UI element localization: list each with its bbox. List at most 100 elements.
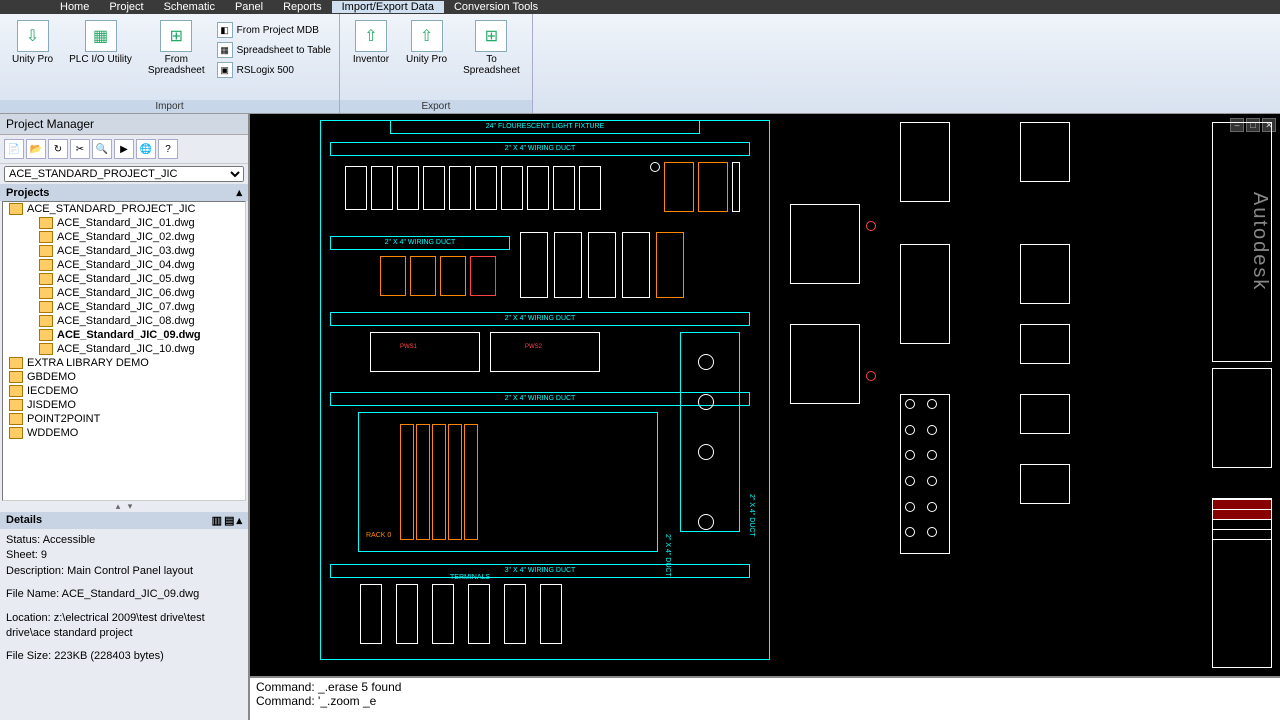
details-view1-icon[interactable]: ▥ — [212, 514, 222, 527]
group-label: Import — [0, 100, 339, 113]
tab-schematic[interactable]: Schematic — [154, 1, 225, 13]
to-spreadsheet-button[interactable]: ⊞ To Spreadsheet — [455, 18, 528, 78]
dwg-icon — [39, 287, 53, 299]
ps-box-2 — [490, 332, 600, 372]
details-header[interactable]: Details▥▤▴ — [0, 512, 248, 529]
from-project-mdb-button[interactable]: ◧From Project MDB — [217, 22, 331, 38]
unity-pro-icon: ⇩ — [17, 20, 49, 52]
folder-icon — [9, 399, 23, 411]
folder-icon — [9, 427, 23, 439]
tree-file[interactable]: ACE_Standard_JIC_04.dwg — [3, 258, 245, 272]
wiring-duct-1: 2" X 4" WIRING DUCT — [330, 142, 750, 156]
details-pane: Status: Accessible Sheet: 9 Description:… — [0, 529, 248, 720]
cmd-line-2: Command: '_.zoom _e — [256, 694, 1274, 708]
collapse-icon: ▴ — [236, 514, 242, 527]
dwg-icon — [39, 315, 53, 327]
ribbon-tab-strip: Home Project Schematic Panel Reports Imp… — [0, 0, 1280, 14]
inventor-icon: ⇧ — [355, 20, 387, 52]
unity-pro-out-icon: ⇧ — [411, 20, 443, 52]
tab-conversion[interactable]: Conversion Tools — [444, 1, 548, 13]
tree-project[interactable]: JISDEMO — [3, 398, 245, 412]
tab-reports[interactable]: Reports — [273, 1, 332, 13]
command-line[interactable]: Command: _.erase 5 found Command: '_.zoo… — [250, 676, 1280, 720]
projects-header[interactable]: Projects▴ — [0, 184, 248, 201]
project-manager-panel: Project Manager 📄 📂 ↻ ✂ 🔍 ▶ 🌐 ? ACE_STAN… — [0, 114, 250, 720]
group-label: Export — [340, 100, 532, 113]
tab-project[interactable]: Project — [99, 1, 153, 13]
tree-file[interactable]: ACE_Standard_JIC_01.dwg — [3, 216, 245, 230]
ribbon-bar: ⇩ Unity Pro ▦ PLC I/O Utility ⊞ From Spr… — [0, 14, 1280, 114]
tree-project[interactable]: POINT2POINT — [3, 412, 245, 426]
tree-scroll-hint: ▴ ▾ — [0, 501, 248, 512]
pm-refresh-button[interactable]: ↻ — [48, 139, 68, 159]
dwg-icon — [39, 343, 53, 355]
plc-slots — [400, 424, 478, 540]
drive-row — [520, 232, 684, 298]
wiring-duct-5: 3" X 4" WIRING DUCT — [330, 564, 750, 578]
pm-publish-button[interactable]: 🌐 — [136, 139, 156, 159]
tab-home[interactable]: Home — [50, 1, 99, 13]
table-icon: ▦ — [217, 42, 233, 58]
export-unity-pro-button[interactable]: ⇧ Unity Pro — [398, 18, 455, 67]
label: RSLogix 500 — [237, 65, 294, 76]
jb1-dot — [866, 218, 876, 236]
detail-block-2 — [900, 244, 950, 344]
project-tree[interactable]: ACE_STANDARD_PROJECT_JIC ACE_Standard_JI… — [2, 201, 246, 501]
receptacle-1 — [698, 354, 714, 375]
detail-filename: File Name: ACE_Standard_JIC_09.dwg — [6, 587, 242, 602]
tree-file[interactable]: ACE_Standard_JIC_07.dwg — [3, 300, 245, 314]
vert-duct-label-2: 2" X 4" DUCT — [748, 494, 755, 537]
active-project-select[interactable]: ACE_STANDARD_PROJECT_JIC — [4, 166, 244, 182]
folder-icon — [9, 413, 23, 425]
titleblock — [1212, 498, 1272, 668]
collapse-icon: ▴ — [236, 186, 242, 199]
tree-project[interactable]: EXTRA LIBRARY DEMO — [3, 356, 245, 370]
tree-file[interactable]: ACE_Standard_JIC_08.dwg — [3, 314, 245, 328]
tab-import-export[interactable]: Import/Export Data — [332, 1, 444, 13]
project-manager-title: Project Manager — [0, 114, 248, 135]
details-view2-icon[interactable]: ▤ — [224, 514, 234, 527]
tree-file[interactable]: ACE_Standard_JIC_03.dwg — [3, 244, 245, 258]
plc-io-icon: ▦ — [85, 20, 117, 52]
spreadsheet-to-table-button[interactable]: ▦ Spreadsheet to Table — [217, 42, 331, 58]
jb2-dot — [866, 368, 876, 386]
drawing-canvas[interactable]: – □ ✕ 24" FLOURESCENT LIGHT FIXTURE 2" X… — [250, 114, 1280, 676]
import-unity-pro-button[interactable]: ⇩ Unity Pro — [4, 18, 61, 67]
ps-label-1: PWS1 — [400, 344, 417, 350]
light-fixture: 24" FLOURESCENT LIGHT FIXTURE — [390, 120, 700, 134]
detail-status: Status: Accessible — [6, 533, 242, 548]
tree-file[interactable]: ACE_Standard_JIC_06.dwg — [3, 286, 245, 300]
dwg-icon — [39, 231, 53, 243]
rack-label: RACK 0 — [366, 532, 391, 539]
terminals-label: TERMINALS — [450, 574, 490, 581]
pm-cut-button[interactable]: ✂ — [70, 139, 90, 159]
detail-block-7 — [1020, 394, 1070, 434]
mdb-icon: ◧ — [217, 22, 233, 38]
pm-open-button[interactable]: 📂 — [26, 139, 46, 159]
folder-icon — [9, 203, 23, 215]
label: Unity Pro — [12, 54, 53, 65]
label: Spreadsheet to Table — [237, 45, 331, 56]
label: PLC I/O Utility — [69, 54, 132, 65]
tree-project[interactable]: GBDEMO — [3, 370, 245, 384]
tree-project[interactable]: IECDEMO — [3, 384, 245, 398]
contactor-row — [380, 256, 496, 296]
pm-help-button[interactable]: ? — [158, 139, 178, 159]
tree-root[interactable]: ACE_STANDARD_PROJECT_JIC — [3, 202, 245, 216]
tree-file[interactable]: ACE_Standard_JIC_05.dwg — [3, 272, 245, 286]
tree-file[interactable]: ACE_Standard_JIC_09.dwg — [3, 328, 245, 342]
tree-project[interactable]: WDDEMO — [3, 426, 245, 440]
drawing-area: – □ ✕ 24" FLOURESCENT LIGHT FIXTURE 2" X… — [250, 114, 1280, 720]
plc-io-utility-button[interactable]: ▦ PLC I/O Utility — [61, 18, 140, 67]
rslogix-button[interactable]: ▣RSLogix 500 — [217, 62, 331, 78]
pm-new-button[interactable]: 📄 — [4, 139, 24, 159]
ribbon-group-export: ⇧ Inventor ⇧ Unity Pro ⊞ To Spreadsheet … — [340, 14, 533, 113]
tree-file[interactable]: ACE_Standard_JIC_10.dwg — [3, 342, 245, 356]
pm-plot-button[interactable]: ▶ — [114, 139, 134, 159]
export-inventor-button[interactable]: ⇧ Inventor — [344, 18, 398, 67]
tree-file[interactable]: ACE_Standard_JIC_02.dwg — [3, 230, 245, 244]
pm-search-button[interactable]: 🔍 — [92, 139, 112, 159]
spreadsheet-in-icon: ⊞ — [160, 20, 192, 52]
from-spreadsheet-button[interactable]: ⊞ From Spreadsheet — [140, 18, 213, 78]
tab-panel[interactable]: Panel — [225, 1, 273, 13]
